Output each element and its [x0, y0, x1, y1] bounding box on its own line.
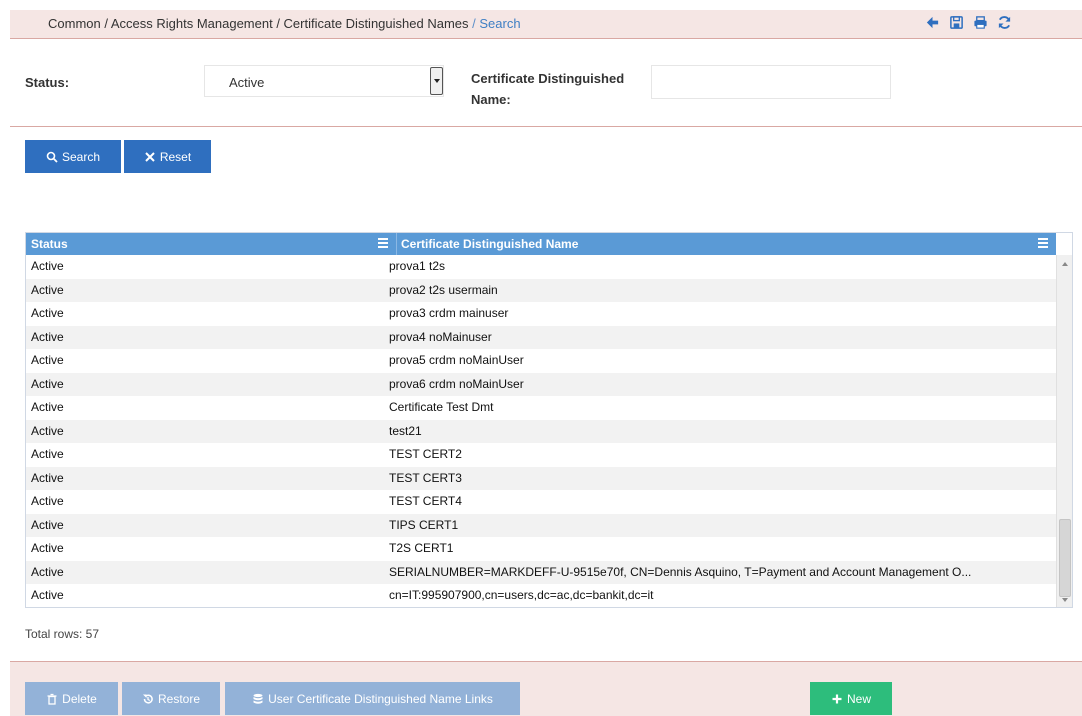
restore-button[interactable]: Restore	[122, 682, 220, 715]
new-button[interactable]: New	[810, 682, 892, 715]
cell-cdn: prova1 t2s	[389, 259, 446, 273]
print-icon[interactable]	[972, 14, 988, 30]
user-cdn-links-button[interactable]: User Certificate Distinguished Name Link…	[225, 682, 520, 715]
table-row[interactable]: Active cn=IT:995907900,cn=users,dc=ac,dc=…	[26, 584, 1056, 607]
cell-cdn: TEST CERT2	[389, 447, 462, 461]
cdn-label-line1: Certificate Distinguished	[471, 71, 625, 86]
cell-status: Active	[31, 588, 64, 602]
cell-status: Active	[31, 423, 64, 438]
cell-cdn: cn=IT:995907900,cn=users,dc=ac,dc=bankit…	[389, 588, 654, 602]
history-icon	[142, 694, 153, 704]
table-row[interactable]: Active TEST CERT3	[26, 466, 1056, 490]
database-icon	[253, 693, 263, 704]
results-grid: Status Certificate Distinguished Name Ac…	[25, 232, 1073, 608]
cell-status: Active	[31, 541, 64, 555]
table-row[interactable]: Active Certificate Test Dmt	[26, 396, 1056, 420]
delete-button-label: Delete	[62, 691, 97, 706]
table-row[interactable]: Active prova2 t2s usermain	[26, 278, 1056, 302]
scroll-up-icon[interactable]	[1062, 262, 1068, 266]
column-menu-icon[interactable]	[378, 238, 388, 250]
table-row[interactable]: Active prova1 t2s	[26, 255, 1056, 279]
column-divider[interactable]	[396, 233, 397, 255]
table-row[interactable]: Active SERIALNUMBER=MARKDEFF-U-9515e70f, …	[26, 560, 1056, 584]
breadcrumb: Common / Access Rights Management / Cert…	[48, 16, 521, 31]
user-cdn-links-label: User Certificate Distinguished Name Link…	[268, 691, 493, 706]
cell-status: Active	[31, 470, 64, 485]
close-icon	[145, 151, 155, 162]
search-button[interactable]: Search	[25, 140, 121, 173]
search-button-label: Search	[61, 149, 101, 164]
table-row[interactable]: Active test21	[26, 419, 1056, 443]
cell-status: Active	[31, 306, 64, 320]
refresh-icon[interactable]	[996, 14, 1012, 30]
cell-cdn: prova5 crdm noMainUser	[389, 353, 524, 367]
plus-icon	[832, 694, 842, 703]
table-row[interactable]: Active T2S CERT1	[26, 537, 1056, 561]
back-icon[interactable]	[924, 14, 940, 30]
cell-status: Active	[31, 564, 64, 579]
breadcrumb-separator: /	[472, 16, 476, 31]
cell-status: Active	[31, 494, 64, 508]
column-header-status[interactable]: Status	[31, 237, 68, 251]
table-row[interactable]: Active TEST CERT4	[26, 490, 1056, 514]
column-header-cdn[interactable]: Certificate Distinguished Name	[401, 237, 578, 251]
table-row[interactable]: Active prova3 crdm mainuser	[26, 302, 1056, 326]
search-icon	[46, 151, 58, 163]
cell-cdn: T2S CERT1	[389, 541, 454, 555]
cell-cdn: TEST CERT3	[389, 470, 462, 485]
delete-button[interactable]: Delete	[25, 682, 118, 715]
cdn-label: Certificate Distinguished Name:	[471, 68, 624, 110]
cell-cdn: prova6 crdm noMainUser	[389, 376, 524, 391]
top-bar: Common / Access Rights Management / Cert…	[10, 10, 1082, 39]
cell-cdn: Certificate Test Dmt	[389, 400, 494, 414]
cell-status: Active	[31, 329, 64, 344]
restore-button-label: Restore	[157, 691, 201, 706]
footer-bar: Delete Restore User Certificate Distingu…	[10, 661, 1082, 716]
cell-cdn: SERIALNUMBER=MARKDEFF-U-9515e70f, CN=Den…	[389, 564, 972, 579]
breadcrumb-path: Common / Access Rights Management / Cert…	[48, 16, 469, 31]
scroll-thumb[interactable]	[1059, 519, 1071, 597]
toolbar	[924, 14, 1012, 30]
cell-status: Active	[31, 259, 64, 273]
status-label: Status:	[25, 75, 70, 90]
table-row[interactable]: Active prova6 crdm noMainUser	[26, 372, 1056, 396]
trash-icon	[47, 693, 57, 705]
chevron-down-icon[interactable]	[430, 67, 443, 95]
cell-cdn: TIPS CERT1	[389, 517, 459, 532]
cell-cdn: TEST CERT4	[389, 494, 462, 508]
cdn-input[interactable]	[651, 65, 891, 99]
grid-body: Active prova1 t2s Active prova2 t2s usermai…	[26, 255, 1056, 607]
table-row[interactable]: Active TIPS CERT1	[26, 513, 1056, 537]
grid-header: Status Certificate Distinguished Name	[26, 233, 1056, 255]
new-button-label: New	[846, 691, 871, 706]
vertical-scrollbar[interactable]	[1056, 255, 1072, 607]
cell-status: Active	[31, 447, 64, 461]
table-row[interactable]: Active prova4 noMainuser	[26, 325, 1056, 349]
filter-divider	[10, 126, 1082, 127]
save-icon[interactable]	[948, 14, 964, 30]
table-row[interactable]: Active TEST CERT2	[26, 443, 1056, 467]
status-select[interactable]: Active	[204, 65, 444, 97]
table-row[interactable]: Active prova5 crdm noMainUser	[26, 349, 1056, 373]
cell-status: Active	[31, 282, 64, 297]
cell-cdn: prova3 crdm mainuser	[389, 306, 509, 320]
status-select-value: Active	[229, 75, 265, 90]
cell-cdn: prova2 t2s usermain	[389, 282, 498, 297]
reset-button[interactable]: Reset	[124, 140, 211, 173]
column-menu-icon[interactable]	[1038, 238, 1048, 250]
cell-cdn: test21	[389, 423, 422, 438]
cell-status: Active	[31, 353, 64, 367]
cell-status: Active	[31, 400, 64, 414]
total-rows: Total rows: 57	[25, 627, 100, 641]
cell-status: Active	[31, 517, 64, 532]
scroll-down-icon[interactable]	[1062, 598, 1068, 602]
cell-cdn: prova4 noMainuser	[389, 329, 492, 344]
reset-button-label: Reset	[159, 149, 192, 164]
breadcrumb-current: Search	[479, 16, 521, 31]
cdn-label-line2: Name:	[471, 92, 511, 107]
cell-status: Active	[31, 376, 64, 391]
